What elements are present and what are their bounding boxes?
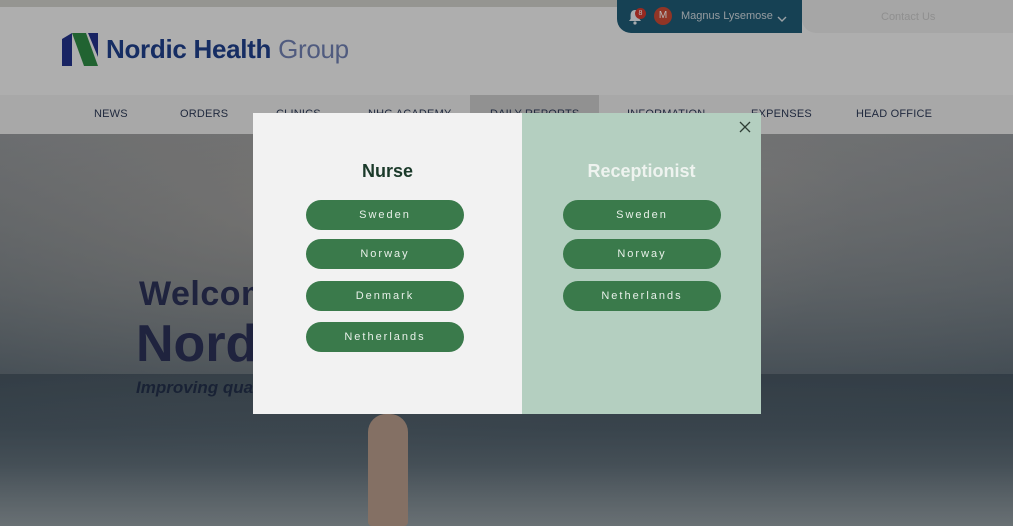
nurse-netherlands-button[interactable]: Netherlands — [306, 322, 464, 352]
nurse-sweden-button[interactable]: Sweden — [306, 200, 464, 230]
nurse-denmark-button[interactable]: Denmark — [306, 281, 464, 311]
close-icon[interactable] — [738, 120, 752, 134]
receptionist-sweden-button[interactable]: Sweden — [563, 200, 721, 230]
receptionist-title: Receptionist — [587, 161, 696, 181]
nurse-norway-button[interactable]: Norway — [306, 239, 464, 269]
receptionist-norway-button[interactable]: Norway — [563, 239, 721, 269]
receptionist-netherlands-button[interactable]: Netherlands — [563, 281, 721, 311]
nurse-panel: Nurse Sweden Norway Denmark Netherlands — [253, 113, 522, 414]
nurse-title: Nurse — [361, 161, 414, 181]
receptionist-panel: Receptionist Sweden Norway Netherlands — [522, 113, 761, 414]
role-country-modal: Nurse Sweden Norway Denmark Netherlands … — [253, 113, 761, 414]
